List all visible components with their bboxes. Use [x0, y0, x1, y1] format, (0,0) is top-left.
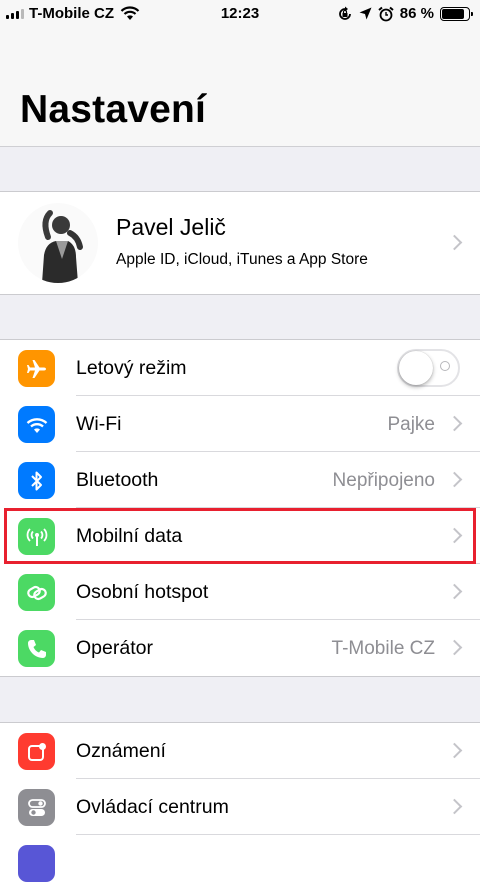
- row-value: Pajke: [387, 414, 435, 435]
- avatar: [18, 203, 98, 283]
- row-label: Mobilní data: [76, 525, 183, 547]
- connectivity-settings-group: Letový režim Wi-Fi Pajke Bluetooth Nepři…: [0, 339, 480, 677]
- chevron-right-icon: [446, 415, 463, 432]
- settings-row-partial[interactable]: [0, 835, 480, 891]
- row-label: Osobní hotspot: [76, 581, 209, 603]
- chevron-right-icon: [446, 234, 463, 251]
- notifications-icon: [18, 733, 55, 770]
- profile-subtitle: Apple ID, iCloud, iTunes a App Store: [116, 251, 368, 268]
- rotation-lock-icon: [338, 6, 351, 20]
- chevron-right-icon: [446, 527, 463, 544]
- settings-row-carrier[interactable]: Operátor T-Mobile CZ: [0, 620, 480, 676]
- phone-icon: [18, 630, 55, 667]
- row-label: Bluetooth: [76, 469, 159, 491]
- row-label: Ovládací centrum: [76, 796, 229, 818]
- row-value: Nepřipojeno: [332, 470, 435, 491]
- airplane-icon: [18, 350, 55, 387]
- settings-row-wifi[interactable]: Wi-Fi Pajke: [0, 396, 480, 452]
- chevron-right-icon: [446, 583, 463, 600]
- toggle-off-indicator: [440, 361, 450, 371]
- chevron-right-icon: [446, 742, 463, 759]
- settings-icon: [18, 845, 55, 882]
- chevron-right-icon: [446, 639, 463, 656]
- settings-row-bluetooth[interactable]: Bluetooth Nepřipojeno: [0, 452, 480, 508]
- settings-row-control-center[interactable]: Ovládací centrum: [0, 779, 480, 835]
- row-value: T-Mobile CZ: [331, 638, 435, 659]
- chevron-right-icon: [446, 798, 463, 815]
- profile-name: Pavel Jelič: [116, 214, 226, 240]
- airplane-mode-toggle[interactable]: [397, 349, 460, 387]
- row-label: Wi-Fi: [76, 413, 122, 435]
- notifications-settings-group: Oznámení Ovládací centrum: [0, 722, 480, 891]
- bluetooth-icon: [18, 462, 55, 499]
- status-bar: T-Mobile CZ 12:23 86 %: [0, 0, 480, 28]
- cellular-antenna-icon: [18, 518, 55, 555]
- wifi-icon: [18, 406, 55, 443]
- battery-percentage: 86 %: [399, 5, 434, 22]
- toggle-knob: [399, 351, 433, 385]
- control-center-icon: [18, 789, 55, 826]
- chevron-right-icon: [446, 471, 463, 488]
- row-label: Oznámení: [76, 740, 166, 762]
- settings-row-personal-hotspot[interactable]: Osobní hotspot: [0, 564, 480, 620]
- navigation-header: Nastavení: [0, 28, 480, 147]
- row-label: Operátor: [76, 637, 153, 659]
- hotspot-link-icon: [18, 574, 55, 611]
- alarm-icon: [378, 6, 394, 21]
- settings-row-mobile-data[interactable]: Mobilní data: [0, 508, 480, 564]
- settings-row-airplane-mode[interactable]: Letový režim: [0, 340, 480, 396]
- row-label: Letový režim: [76, 357, 187, 379]
- apple-id-profile-row[interactable]: Pavel Jelič Apple ID, iCloud, iTunes a A…: [0, 191, 480, 295]
- settings-row-notifications[interactable]: Oznámení: [0, 723, 480, 779]
- battery-icon: [440, 6, 473, 21]
- location-arrow-icon: [359, 7, 372, 20]
- page-title: Nastavení: [20, 88, 207, 131]
